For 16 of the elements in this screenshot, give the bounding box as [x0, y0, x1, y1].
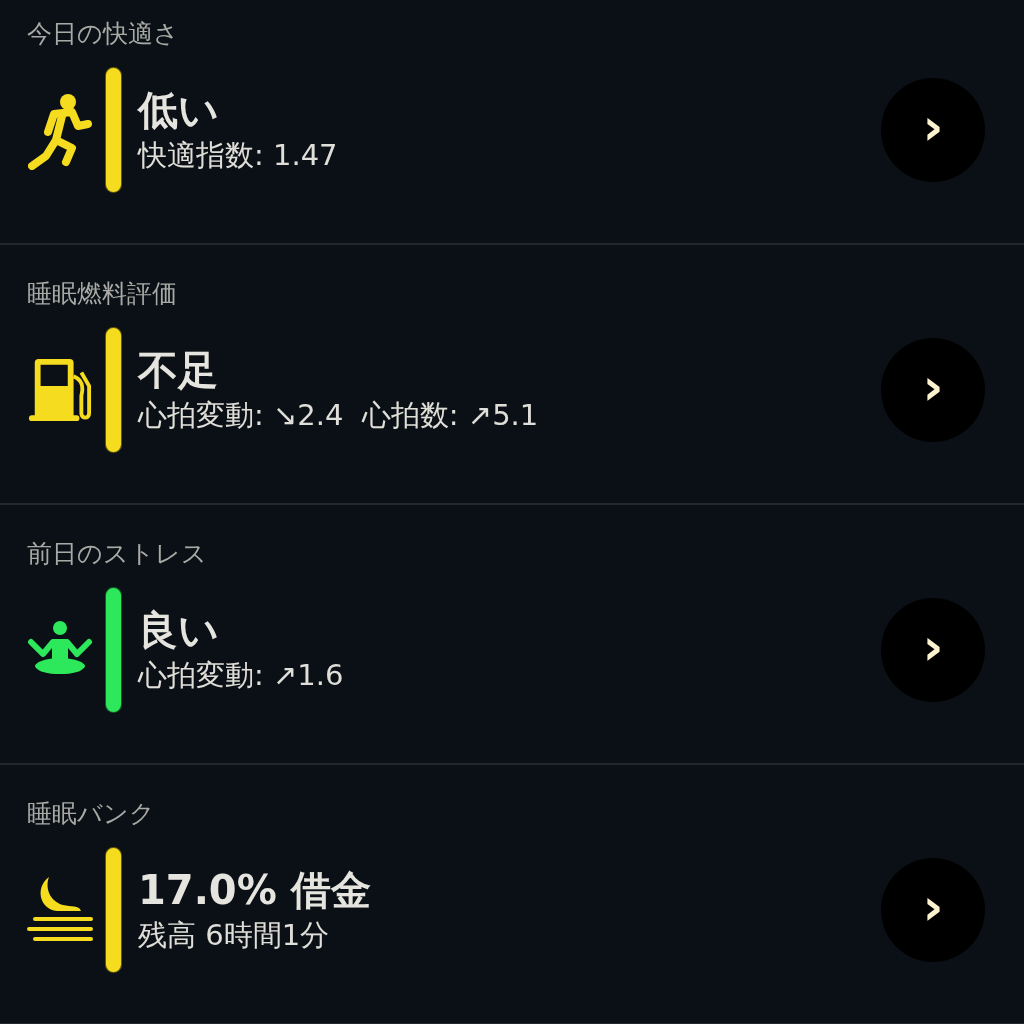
status-detail: 快適指数: 1.47: [138, 137, 338, 174]
chevron-button[interactable]: ›: [881, 858, 985, 962]
status-title: 低い: [138, 86, 219, 135]
section-heading: 睡眠バンク: [27, 798, 155, 830]
status-detail: 残高 6時間1分: [138, 917, 330, 954]
status-detail: 心拍変動: ↘2.4 心拍数: ↗5.1: [138, 397, 539, 434]
section-heading: 前日のストレス: [27, 538, 207, 570]
chevron-button[interactable]: ›: [881, 598, 985, 702]
chevron-button[interactable]: ›: [881, 78, 985, 182]
status-title: 不足: [138, 346, 218, 395]
status-title: 良い: [138, 606, 219, 655]
status-title: 17.0% 借金: [138, 866, 371, 915]
status-detail: 心拍変動: ↗1.6: [138, 657, 344, 694]
section-heading: 今日の快適さ: [27, 18, 179, 50]
section-heading: 睡眠燃料評価: [27, 278, 177, 310]
chevron-button[interactable]: ›: [881, 338, 985, 442]
